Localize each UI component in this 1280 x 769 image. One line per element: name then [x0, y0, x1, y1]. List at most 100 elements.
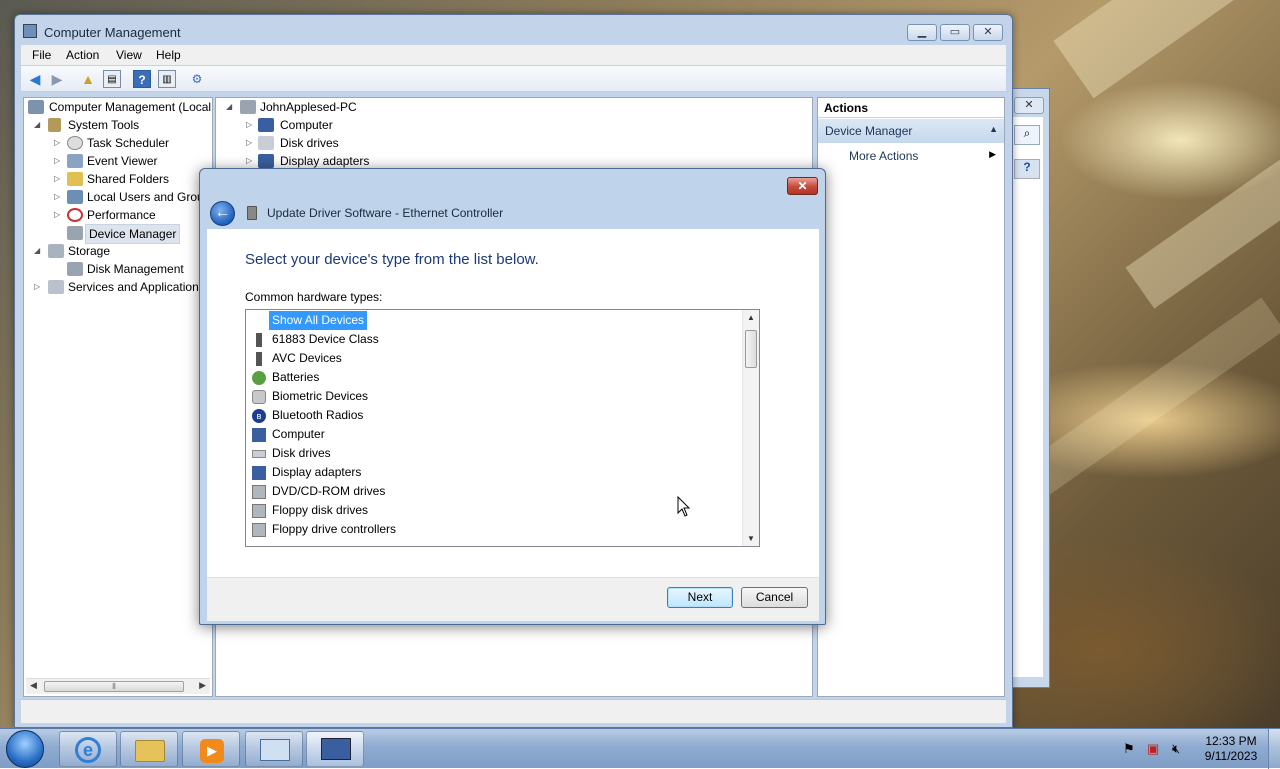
- shared-folder-icon: [67, 172, 83, 186]
- close-icon[interactable]: ✕: [1014, 97, 1044, 114]
- floppy-drive-icon: [252, 504, 266, 518]
- expand-icon[interactable]: ▷: [54, 152, 60, 170]
- menu-action[interactable]: Action: [66, 48, 99, 62]
- clock-icon: [67, 136, 83, 150]
- actions-section-device-manager[interactable]: Device Manager ▲: [818, 119, 1004, 143]
- list-label: Common hardware types:: [245, 290, 383, 304]
- scroll-down-icon[interactable]: ▼: [747, 534, 755, 543]
- title-bar[interactable]: Computer Management ▁ ▭ ✕: [15, 15, 1012, 45]
- taskbar-explorer[interactable]: [120, 731, 178, 767]
- cancel-button[interactable]: Cancel: [741, 587, 808, 608]
- properties-icon[interactable]: ⚙: [188, 70, 206, 88]
- dialog-title: Update Driver Software - Ethernet Contro…: [267, 206, 504, 220]
- scrollbar-thumb[interactable]: [745, 330, 757, 368]
- menu-view[interactable]: View: [116, 48, 142, 62]
- device-class-icon: [256, 333, 262, 347]
- ethernet-device-icon: [247, 206, 257, 220]
- start-button[interactable]: [6, 730, 44, 768]
- disk-drive-icon: [252, 450, 266, 458]
- taskbar-control-panel[interactable]: [245, 731, 303, 767]
- vertical-scrollbar[interactable]: ▲ ▼: [742, 310, 759, 546]
- help-icon[interactable]: ?: [133, 70, 151, 88]
- battery-icon: [252, 371, 266, 385]
- forward-arrow-icon[interactable]: ▶: [48, 70, 66, 88]
- dialog-close-button[interactable]: ✕: [787, 177, 818, 195]
- floppy-controller-icon: [252, 523, 266, 537]
- taskbar-media-player[interactable]: ▶: [182, 731, 240, 767]
- computer-icon: [252, 428, 266, 442]
- status-bar: [21, 699, 1006, 723]
- back-button[interactable]: ←: [210, 201, 235, 226]
- media-player-icon: ▶: [200, 739, 224, 763]
- close-button[interactable]: ✕: [973, 24, 1003, 41]
- update-driver-dialog: ✕ ← Update Driver Software - Ethernet Co…: [199, 168, 826, 625]
- collapse-icon[interactable]: ◢: [34, 242, 40, 260]
- pc-icon: [240, 100, 256, 114]
- expand-icon[interactable]: ▷: [54, 188, 60, 206]
- display-adapter-icon: [258, 154, 274, 168]
- disk-icon: [67, 262, 83, 276]
- dvd-drive-icon: [252, 485, 266, 499]
- horizontal-scrollbar[interactable]: ◀ ⦀ ▶: [26, 678, 210, 694]
- expand-icon[interactable]: ▷: [54, 134, 60, 152]
- computer-management-icon: [321, 738, 351, 760]
- submenu-arrow-icon: ▶: [989, 149, 996, 159]
- collapse-up-icon[interactable]: ▲: [989, 124, 998, 134]
- next-button[interactable]: Next: [667, 587, 733, 608]
- menu-file[interactable]: File: [32, 48, 51, 62]
- taskbar: e ▶ ⚑ ▣ 🔇︎ 12:33 PM 9/11/2023: [0, 728, 1280, 769]
- clock-time: 12:33 PM: [1205, 734, 1257, 748]
- system-tools-icon: [48, 118, 61, 132]
- menu-help[interactable]: Help: [156, 48, 181, 62]
- scroll-up-icon[interactable]: ▲: [747, 313, 755, 322]
- menu-bar: File Action View Help: [21, 45, 1006, 65]
- background-window-content: [1012, 117, 1043, 677]
- system-clock[interactable]: 12:33 PM 9/11/2023: [1198, 734, 1264, 764]
- maximize-button[interactable]: ▭: [940, 24, 970, 41]
- window-title: Computer Management: [44, 25, 181, 40]
- network-icon[interactable]: ▣: [1147, 741, 1159, 757]
- up-folder-icon[interactable]: ▲: [79, 70, 97, 88]
- expand-icon[interactable]: ▷: [54, 206, 60, 224]
- minimize-button[interactable]: ▁: [907, 24, 937, 41]
- help-icon[interactable]: ?: [1014, 159, 1040, 179]
- folder-icon: [135, 740, 165, 762]
- collapse-icon[interactable]: ◢: [226, 98, 232, 116]
- mouse-cursor-icon: [677, 496, 691, 517]
- expand-icon[interactable]: ▷: [34, 278, 40, 296]
- avc-device-icon: [256, 352, 262, 366]
- action-center-flag-icon[interactable]: ⚑: [1123, 741, 1135, 757]
- dialog-body: Select your device's type from the list …: [207, 229, 819, 577]
- show-action-pane-icon[interactable]: ▥: [158, 70, 176, 88]
- expand-icon[interactable]: ▷: [246, 134, 252, 152]
- scroll-right-icon[interactable]: ▶: [199, 680, 206, 691]
- more-actions-link[interactable]: More Actions: [849, 149, 918, 163]
- computer-management-icon: [23, 24, 37, 38]
- back-arrow-icon[interactable]: ◀: [26, 70, 44, 88]
- computer-icon: [258, 118, 274, 132]
- show-desktop-button[interactable]: [1268, 729, 1280, 769]
- taskbar-internet-explorer[interactable]: e: [59, 731, 117, 767]
- scroll-left-icon[interactable]: ◀: [30, 680, 37, 691]
- bluetooth-icon: ʙ: [252, 409, 266, 423]
- fingerprint-icon: [252, 390, 266, 404]
- clock-date: 9/11/2023: [1204, 749, 1258, 763]
- users-icon: [67, 190, 83, 204]
- console-tree-pane: Computer Management (Local ◢ System Tool…: [23, 97, 213, 697]
- volume-muted-icon[interactable]: 🔇︎: [1172, 741, 1180, 757]
- collapse-icon[interactable]: ◢: [34, 116, 40, 134]
- display-adapter-icon: [252, 466, 266, 480]
- expand-icon[interactable]: ▷: [246, 116, 252, 134]
- device-manager-icon: [67, 226, 83, 240]
- background-window: ✕ ⌕ ?: [1012, 88, 1050, 688]
- taskbar-computer-management[interactable]: [306, 731, 364, 767]
- event-viewer-icon: [67, 154, 83, 168]
- storage-icon: [48, 244, 64, 258]
- expand-icon[interactable]: ▷: [54, 170, 60, 188]
- search-icon[interactable]: ⌕: [1014, 125, 1040, 145]
- control-panel-icon: [260, 739, 290, 761]
- toolbar: ◀ ▶ ▲ ▤ ? ▥ ⚙: [21, 66, 1006, 92]
- scrollbar-thumb[interactable]: ⦀: [44, 681, 184, 692]
- performance-icon: [67, 208, 83, 222]
- show-hide-tree-icon[interactable]: ▤: [103, 70, 121, 88]
